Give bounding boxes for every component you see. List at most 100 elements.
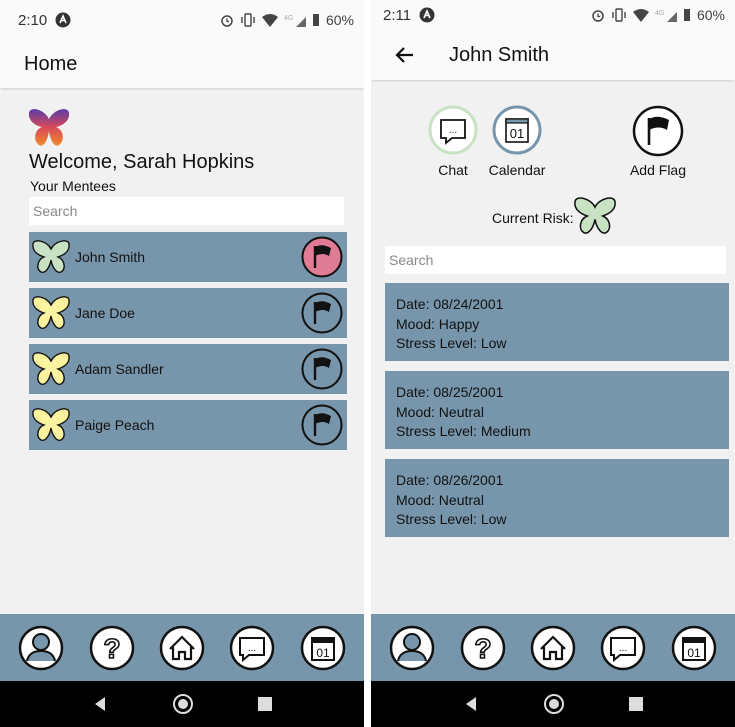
entry-date: Date: 08/25/2001 [396, 384, 504, 400]
home-nav-icon[interactable] [543, 693, 565, 715]
wifi-icon [261, 13, 278, 27]
entry-stress: Stress Level: Low [396, 511, 507, 527]
recents-nav-icon[interactable] [258, 697, 272, 711]
calendar-icon[interactable]: 01 [671, 625, 717, 671]
mentee-detail-screen: 2:11 4G 60% John Smith ... Chat 01 Calen… [371, 0, 735, 727]
entry-mood: Mood: Happy [396, 315, 480, 332]
chat-label: Chat [438, 162, 468, 178]
back-arrow-icon[interactable] [395, 45, 415, 65]
butterfly-risk-icon [32, 296, 70, 329]
entry-date: Date: 08/24/2001 [396, 296, 504, 312]
svg-text:4G: 4G [655, 10, 664, 17]
butterfly-logo-icon [28, 109, 70, 146]
home-nav-icon[interactable] [172, 693, 194, 715]
system-nav-bar [0, 681, 364, 727]
signal-icon: 4G [284, 15, 306, 27]
search-input[interactable]: Search [29, 197, 344, 225]
entry-stress: Stress Level: Medium [396, 423, 531, 439]
entry-date: Date: 08/26/2001 [396, 472, 504, 488]
app-notification-icon [419, 7, 435, 23]
svg-text:...: ... [248, 643, 256, 654]
signal-icon: 4G [655, 10, 677, 22]
entry-stress: Stress Level: Low [396, 335, 507, 351]
mentee-name: John Smith [75, 249, 146, 265]
add-flag-action[interactable]: Add Flag [626, 105, 690, 178]
battery-icon [683, 9, 690, 21]
calendar-day: 01 [316, 646, 330, 660]
butterfly-risk-icon [32, 240, 70, 273]
wifi-icon [632, 8, 649, 22]
page-title: Home [24, 52, 78, 75]
recents-nav-icon[interactable] [629, 697, 643, 711]
profile-icon[interactable] [389, 625, 435, 671]
profile-icon[interactable] [18, 625, 64, 671]
journal-entry-card[interactable]: Date: 08/26/2001 Mood: Neutral Stress Le… [385, 459, 729, 537]
journal-entry-card[interactable]: Date: 08/25/2001 Mood: Neutral Stress Le… [385, 371, 729, 449]
calendar-label: Calendar [488, 162, 546, 178]
calendar-icon[interactable]: 01 [300, 625, 346, 671]
chat-icon[interactable]: ... [229, 625, 275, 671]
search-input[interactable]: Search [385, 246, 726, 274]
mentee-name: Paige Peach [75, 417, 155, 433]
mentee-row[interactable]: Adam Sandler [29, 344, 347, 394]
calendar-day: 01 [687, 646, 701, 660]
entry-mood: Mood: Neutral [396, 491, 484, 508]
flag-icon[interactable] [301, 404, 343, 446]
flag-icon[interactable] [301, 236, 343, 278]
mentees-subtitle: Your Mentees [30, 178, 116, 194]
vibrate-icon [241, 13, 255, 27]
svg-text:?: ? [103, 633, 120, 664]
flag-icon[interactable] [301, 348, 343, 390]
help-icon[interactable]: ? [89, 625, 135, 671]
home-screen: 2:10 4G 60% Home Welcome, Sarah Hopkins … [0, 0, 364, 727]
svg-text:?: ? [474, 633, 491, 664]
butterfly-risk-icon [574, 197, 616, 234]
journal-entry-card[interactable]: Date: 08/24/2001 Mood: Happy Stress Leve… [385, 283, 729, 361]
app-bar: Home [0, 40, 364, 88]
search-placeholder: Search [33, 203, 78, 219]
butterfly-risk-icon [32, 408, 70, 441]
mentee-row[interactable]: Paige Peach [29, 400, 347, 450]
battery-percent: 60% [325, 12, 354, 28]
current-risk-label: Current Risk: [492, 210, 574, 226]
home-icon[interactable] [530, 625, 576, 671]
bottom-nav: ? ... 01 [371, 614, 735, 681]
page-title: John Smith [449, 43, 550, 66]
status-bar: 2:11 4G 60% [371, 0, 735, 30]
help-icon[interactable]: ? [460, 625, 506, 671]
system-nav-bar [371, 681, 735, 727]
mentee-name: Jane Doe [75, 305, 135, 321]
calendar-icon: 01 [492, 105, 542, 155]
battery-icon [312, 14, 319, 26]
flag-icon [632, 105, 684, 157]
flag-icon[interactable] [301, 292, 343, 334]
chat-action[interactable]: ... Chat [427, 105, 479, 178]
welcome-heading: Welcome, Sarah Hopkins [29, 151, 255, 173]
mentee-row[interactable]: John Smith [29, 232, 347, 282]
add-flag-label: Add Flag [629, 162, 687, 178]
bottom-nav: ? ... 01 [0, 614, 364, 681]
svg-text:...: ... [449, 125, 457, 136]
calendar-day: 01 [510, 126, 524, 141]
search-placeholder: Search [389, 252, 434, 268]
vibrate-icon [612, 8, 626, 22]
battery-percent: 60% [696, 7, 725, 23]
chat-icon: ... [428, 105, 478, 155]
status-bar: 2:10 4G 60% [0, 0, 364, 40]
mentee-name: Adam Sandler [75, 361, 164, 377]
alarm-icon [221, 15, 233, 27]
home-icon[interactable] [159, 625, 205, 671]
svg-text:4G: 4G [284, 15, 293, 22]
back-nav-icon[interactable] [463, 696, 479, 712]
status-time: 2:10 [18, 11, 48, 29]
entry-mood: Mood: Neutral [396, 403, 484, 420]
svg-text:...: ... [619, 643, 627, 654]
app-bar: John Smith [371, 30, 735, 80]
back-nav-icon[interactable] [92, 696, 108, 712]
app-notification-icon [55, 12, 71, 28]
chat-icon[interactable]: ... [600, 625, 646, 671]
calendar-action[interactable]: 01 Calendar [485, 105, 549, 178]
butterfly-risk-icon [32, 352, 70, 385]
mentee-row[interactable]: Jane Doe [29, 288, 347, 338]
alarm-icon [592, 10, 604, 22]
